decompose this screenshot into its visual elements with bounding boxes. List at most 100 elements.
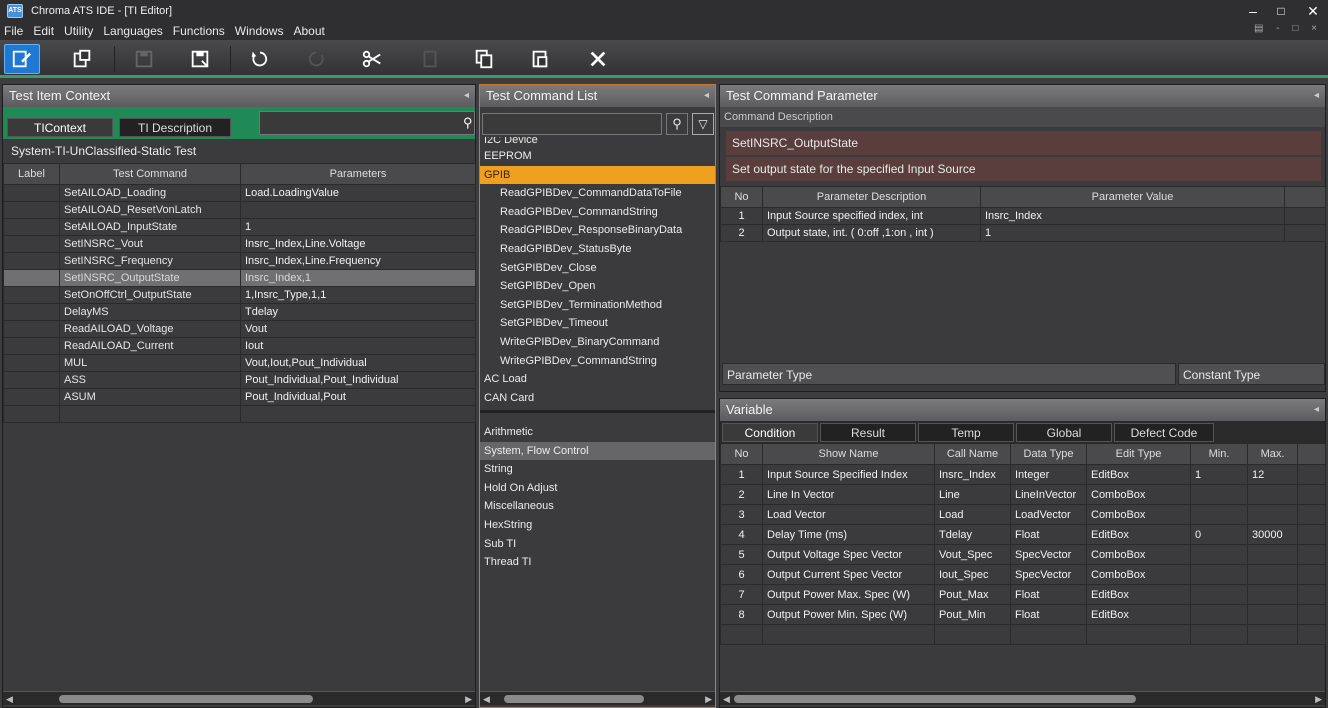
label-cell[interactable] <box>3 320 60 338</box>
horizontal-scrollbar[interactable]: ◀ ▶ <box>720 691 1325 705</box>
delete-button[interactable] <box>580 44 616 74</box>
variable-cell[interactable]: 1 <box>1190 464 1248 485</box>
command-tree-item[interactable]: WriteGPIBDev_CommandString <box>480 352 715 371</box>
command-tree-item[interactable]: AC Load <box>480 370 715 389</box>
search-icon[interactable]: ⚲ <box>666 113 688 135</box>
column-header[interactable]: Edit Type <box>1086 443 1191 465</box>
label-cell[interactable] <box>3 252 60 270</box>
variable-cell[interactable] <box>1247 604 1298 625</box>
label-cell[interactable] <box>3 218 60 236</box>
variable-cell[interactable]: Line In Vector <box>762 484 935 505</box>
table-row[interactable]: ASS Pout_Individual,Pout_Individual <box>3 371 476 389</box>
column-header[interactable]: Show Name <box>762 443 935 465</box>
variable-cell[interactable]: Output Power Max. Spec (W) <box>762 584 935 605</box>
table-row[interactable]: 5 Output Voltage Spec Vector Vout_Spec Spec… <box>720 544 1326 565</box>
label-cell[interactable] <box>3 303 60 321</box>
command-search-input[interactable] <box>482 113 662 135</box>
tab-condition[interactable]: Condition <box>722 423 818 442</box>
table-row[interactable]: 2 Line In Vector Line LineInVector ComboBox <box>720 484 1326 505</box>
parameter-cell[interactable]: 1 <box>720 207 763 225</box>
paste-special-button[interactable] <box>522 44 558 74</box>
command-category-item[interactable]: Miscellaneous <box>480 497 715 516</box>
table-row[interactable]: MUL Vout,Iout,Pout_Individual <box>3 354 476 372</box>
variable-cell[interactable] <box>720 624 763 645</box>
column-header[interactable]: Max. <box>1247 443 1298 465</box>
test-command-cell[interactable]: MUL <box>59 354 241 372</box>
parameters-cell[interactable]: Pout_Individual,Pout_Individual <box>240 371 476 389</box>
variable-cell[interactable]: LineInVector <box>1010 484 1087 505</box>
menu-languages[interactable]: Languages <box>103 24 162 38</box>
tab-result[interactable]: Result <box>820 423 916 442</box>
command-tree-item[interactable]: WriteGPIBDev_BinaryCommand <box>480 333 715 352</box>
command-category-item[interactable]: Thread TI <box>480 553 715 572</box>
variable-cell[interactable]: Load Vector <box>762 504 935 525</box>
table-row[interactable]: 1 Input Source Specified Index Insrc_Index… <box>720 464 1326 485</box>
command-tree-item[interactable]: SetGPIBDev_Open <box>480 277 715 296</box>
variable-cell[interactable]: 6 <box>720 564 763 585</box>
parameter-cell[interactable]: Insrc_Index <box>980 207 1285 225</box>
label-cell[interactable] <box>3 184 60 202</box>
variable-cell[interactable]: SpecVector <box>1010 544 1087 565</box>
label-cell[interactable] <box>3 354 60 372</box>
table-row[interactable]: SetINSRC_OutputState Insrc_Index,1 <box>3 269 476 287</box>
parameters-cell[interactable] <box>240 405 476 423</box>
tab-ticontext[interactable]: TIContext <box>7 118 113 137</box>
variable-cell[interactable]: Float <box>1010 524 1087 545</box>
parameters-cell[interactable] <box>240 201 476 219</box>
table-row[interactable]: 3 Load Vector Load LoadVector ComboBox <box>720 504 1326 525</box>
pin-icon[interactable]: ◂ <box>464 85 469 107</box>
variable-cell[interactable]: EditBox <box>1086 584 1191 605</box>
variable-cell[interactable]: Vout_Spec <box>934 544 1011 565</box>
command-category-item[interactable]: System, Flow Control <box>480 441 715 461</box>
label-cell[interactable] <box>3 337 60 355</box>
scroll-right-icon[interactable]: ▶ <box>465 692 472 706</box>
table-row[interactable]: ReadAILOAD_Voltage Vout <box>3 320 476 338</box>
variable-cell[interactable]: Insrc_Index <box>934 464 1011 485</box>
search-icon[interactable]: ⚲ <box>463 115 473 131</box>
scroll-right-icon[interactable]: ▶ <box>705 692 712 706</box>
variable-cell[interactable]: EditBox <box>1086 524 1191 545</box>
variable-cell[interactable]: 30000 <box>1247 524 1298 545</box>
test-command-cell[interactable]: ReadAILOAD_Current <box>59 337 241 355</box>
variable-cell[interactable]: Output Power Min. Spec (W) <box>762 604 935 625</box>
command-tree-item[interactable]: SetGPIBDev_Close <box>480 259 715 278</box>
variable-cell[interactable]: 7 <box>720 584 763 605</box>
variable-cell[interactable] <box>762 624 935 645</box>
test-command-cell[interactable]: SetINSRC_Vout <box>59 235 241 253</box>
variable-cell[interactable] <box>1190 544 1248 565</box>
command-category-item[interactable]: Sub TI <box>480 535 715 554</box>
scrollbar-thumb[interactable] <box>734 695 1136 703</box>
table-row[interactable]: 4 Delay Time (ms) Tdelay Float EditBox 0 30000 <box>720 524 1326 545</box>
command-tree-item[interactable]: EEPROM <box>480 147 715 166</box>
table-row[interactable]: DelayMS Tdelay <box>3 303 476 321</box>
label-cell[interactable] <box>3 201 60 219</box>
variable-cell[interactable] <box>1247 504 1298 525</box>
parameter-cell[interactable]: Input Source specified index, int <box>762 207 981 225</box>
undo-button[interactable] <box>242 44 278 74</box>
filter-icon[interactable]: ▽ <box>692 113 714 135</box>
test-command-cell[interactable]: SetINSRC_OutputState <box>59 269 241 287</box>
parameters-cell[interactable]: Insrc_Index,Line.Voltage <box>240 235 476 253</box>
menu-utility[interactable]: Utility <box>64 24 93 38</box>
pin-icon[interactable]: ◂ <box>1314 85 1319 107</box>
scroll-right-icon[interactable]: ▶ <box>1315 692 1322 706</box>
command-tree-item[interactable]: ReadGPIBDev_ResponseBinaryData <box>480 221 715 240</box>
variable-cell[interactable]: Float <box>1010 604 1087 625</box>
variable-cell[interactable]: Output Current Spec Vector <box>762 564 935 585</box>
close-button[interactable]: ✕ <box>1302 2 1324 20</box>
variable-cell[interactable]: ComboBox <box>1086 484 1191 505</box>
variable-cell[interactable]: Pout_Max <box>934 584 1011 605</box>
scrollbar-thumb[interactable] <box>504 695 644 703</box>
table-row[interactable]: 8 Output Power Min. Spec (W) Pout_Min Float… <box>720 604 1326 625</box>
variable-cell[interactable]: ComboBox <box>1086 544 1191 565</box>
cut-button[interactable] <box>354 44 390 74</box>
parameter-cell[interactable]: 1 <box>980 224 1285 242</box>
variable-cell[interactable]: LoadVector <box>1010 504 1087 525</box>
test-command-cell[interactable]: DelayMS <box>59 303 241 321</box>
table-row[interactable]: ASUM Pout_Individual,Pout <box>3 388 476 406</box>
variable-cell[interactable]: EditBox <box>1086 604 1191 625</box>
variable-cell[interactable] <box>934 624 1011 645</box>
horizontal-scrollbar[interactable]: ◀ ▶ <box>480 691 715 705</box>
variable-cell[interactable] <box>1190 624 1248 645</box>
column-header[interactable]: No <box>720 186 763 208</box>
